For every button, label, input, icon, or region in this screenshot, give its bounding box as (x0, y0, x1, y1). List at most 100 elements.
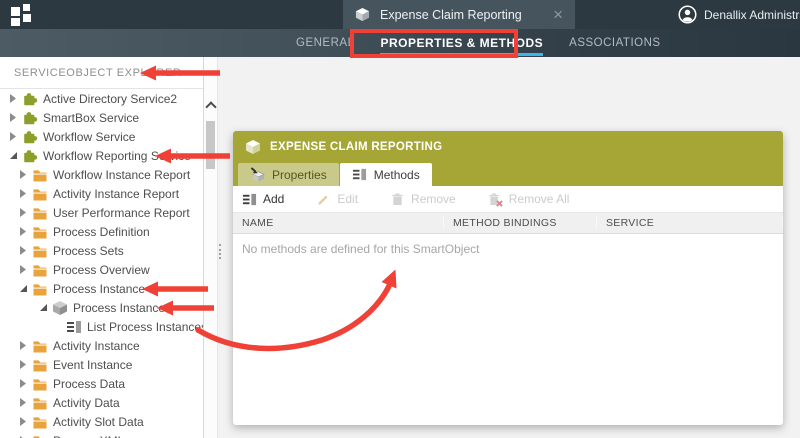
folder-icon (33, 435, 41, 438)
toolbar-button[interactable]: Edit (316, 192, 358, 207)
serviceobject-explorer-panel: SERVICEOBJECT EXPLORER Active Directory … (0, 57, 204, 438)
edit-pencil-icon (318, 194, 328, 205)
expand-toggle-icon[interactable] (18, 170, 28, 180)
app-menu-icon[interactable] (11, 3, 37, 26)
section-tab[interactable]: ASSOCIATIONS (569, 29, 660, 57)
panel-splitter-handle[interactable] (219, 244, 221, 259)
expand-toggle-icon[interactable] (18, 379, 28, 389)
card-tab[interactable]: Methods (339, 163, 432, 186)
expand-toggle-icon[interactable] (8, 132, 18, 142)
tree-item[interactable]: Workflow Service (0, 127, 203, 146)
card-tab[interactable]: Properties (238, 163, 339, 186)
expand-toggle-icon[interactable] (18, 417, 28, 427)
toolbar-button[interactable]: Add (242, 192, 284, 207)
document-tab[interactable]: Expense Claim Reporting × (343, 0, 575, 29)
tree-item-label: User Performance Report (53, 205, 190, 220)
tree-item-label: SmartBox Service (43, 110, 140, 125)
scroll-up-icon[interactable] (205, 101, 217, 113)
section-tab[interactable]: PROPERTIES & METHODS (380, 29, 543, 57)
top-bar: Expense Claim Reporting × Denallix Admin… (0, 0, 800, 29)
tree-item-label: Process Instance (73, 300, 166, 315)
folder-icon (33, 245, 47, 257)
document-tab-title: Expense Claim Reporting (380, 7, 522, 22)
tree-item-label: Active Directory Service2 (43, 91, 178, 106)
tree-item[interactable]: Process XML (0, 431, 203, 438)
tree-item[interactable]: Active Directory Service2 (0, 89, 203, 108)
folder-icon (33, 188, 47, 200)
folder-icon (33, 226, 47, 238)
service-puzzle-icon (24, 149, 38, 162)
user-name: Denallix Administrator (704, 7, 800, 22)
expand-toggle-icon[interactable] (18, 398, 28, 408)
section-tabs: GENERAL PROPERTIES & METHODS ASSOCIATION… (0, 29, 800, 57)
expand-toggle-icon[interactable] (18, 208, 28, 218)
sidebar-scrollbar[interactable] (204, 57, 218, 438)
tree-item-label: Workflow Instance Report (53, 167, 191, 182)
column-header: SERVICE (597, 217, 783, 229)
tree-item-label: List Process Instances (87, 319, 204, 334)
method-icon (352, 168, 366, 181)
smartobject-cube-icon (53, 300, 67, 315)
tree-item-label: Activity Data (53, 395, 120, 410)
column-header: METHOD BINDINGS (444, 217, 597, 229)
toolbar-button[interactable]: Remove All (488, 192, 570, 207)
tree-item[interactable]: Process Instance (0, 298, 203, 317)
expand-toggle-icon[interactable] (8, 151, 18, 161)
tree-item[interactable]: Workflow Instance Report (0, 165, 203, 184)
tree-item[interactable]: SmartBox Service (0, 108, 203, 127)
tree-item[interactable]: Process Sets (0, 241, 203, 260)
expand-toggle-icon[interactable] (18, 189, 28, 199)
explorer-panel-title: SERVICEOBJECT EXPLORER (14, 66, 182, 79)
expand-toggle-icon[interactable] (18, 360, 28, 370)
expand-toggle-icon[interactable] (38, 303, 48, 313)
tree-item[interactable]: Activity Instance (0, 336, 203, 355)
tree-item[interactable]: Workflow Reporting Service (0, 146, 203, 165)
explorer-panel-header: SERVICEOBJECT EXPLORER (0, 57, 203, 89)
scrollbar-thumb[interactable] (206, 121, 215, 169)
method-icon (67, 320, 81, 333)
tree-item[interactable]: Activity Instance Report (0, 184, 203, 203)
remove-trash-icon (392, 192, 403, 205)
smartobject-card: EXPENSE CLAIM REPORTING Properties Metho… (233, 131, 783, 425)
smartobject-cube-icon (246, 140, 260, 154)
expand-toggle-icon[interactable] (8, 94, 18, 104)
folder-icon (33, 207, 47, 219)
section-tab-label: ASSOCIATIONS (569, 37, 661, 49)
tree-item[interactable]: Activity Data (0, 393, 203, 412)
toolbar-button-label: Remove All (508, 192, 570, 206)
tree-item[interactable]: Process Data (0, 374, 203, 393)
tree-item[interactable]: Process Overview (0, 260, 203, 279)
section-tab-label: GENERAL (296, 37, 355, 49)
toolbar-button[interactable]: Remove (390, 192, 456, 207)
close-tab-icon[interactable]: × (553, 6, 563, 23)
tree-item[interactable]: User Performance Report (0, 203, 203, 222)
expand-toggle-icon[interactable] (8, 113, 18, 123)
tree-item[interactable]: Event Instance (0, 355, 203, 374)
tree-item[interactable]: Activity Slot Data (0, 412, 203, 431)
tree-item-label: Workflow Service (43, 129, 136, 144)
folder-icon (33, 340, 47, 352)
card-tabs: Properties Methods (233, 163, 783, 186)
user-menu[interactable]: Denallix Administrator (678, 0, 800, 29)
tree-item-label: Activity Instance (53, 338, 140, 353)
toolbar-button-label: Edit (337, 192, 359, 206)
card-title: EXPENSE CLAIM REPORTING (270, 141, 443, 153)
tree-item[interactable]: Process Instance (0, 279, 203, 298)
tree-item-label: Activity Instance Report (53, 186, 180, 201)
section-tab-label: PROPERTIES & METHODS (380, 36, 544, 50)
expand-toggle-icon[interactable] (18, 246, 28, 256)
tree-item[interactable]: List Process Instances (0, 317, 203, 336)
service-puzzle-icon (24, 92, 38, 105)
tree-item[interactable]: Process Definition (0, 222, 203, 241)
tree-item-label: Process XML (53, 434, 124, 438)
expand-toggle-icon[interactable] (18, 227, 28, 237)
card-header: EXPENSE CLAIM REPORTING (233, 131, 783, 163)
toolbar-button-label: Remove (411, 192, 456, 206)
expand-toggle-icon[interactable] (52, 322, 62, 332)
empty-methods-message: No methods are defined for this SmartObj… (242, 242, 480, 256)
expand-toggle-icon[interactable] (18, 265, 28, 275)
methods-table-header: NAME METHOD BINDINGS SERVICE (233, 213, 783, 234)
expand-toggle-icon[interactable] (18, 284, 28, 294)
expand-toggle-icon[interactable] (18, 341, 28, 351)
section-tab[interactable]: GENERAL (296, 29, 354, 57)
